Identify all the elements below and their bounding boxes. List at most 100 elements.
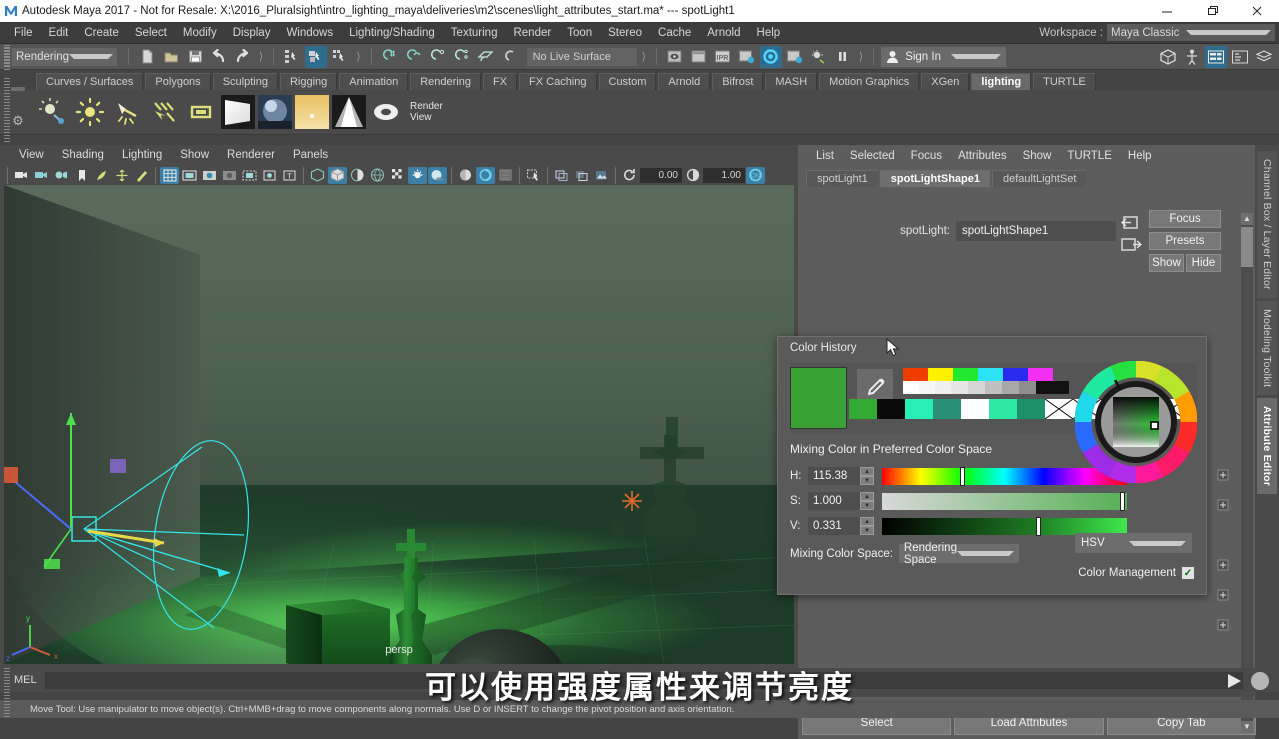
live-surface-field[interactable]: No Live Surface	[526, 47, 637, 66]
input-connection-icon[interactable]	[1120, 215, 1142, 234]
snap-projected-icon[interactable]	[451, 46, 473, 68]
collapse-arrow-icon[interactable]: ⟩	[639, 50, 649, 63]
viewport-menu-lighting[interactable]: Lighting	[113, 149, 171, 161]
open-attribute-editor-icon[interactable]	[1205, 45, 1227, 68]
menu-cache[interactable]: Cache	[650, 22, 699, 44]
menu-select[interactable]: Select	[127, 22, 175, 44]
palette-row-primary[interactable]	[903, 368, 1053, 381]
attribute-editor-scrollbar[interactable]: ▲ ▼	[1241, 213, 1253, 733]
collapse-arrow-icon[interactable]: ⟩	[256, 50, 266, 63]
vtab-channel-box-layer-editor[interactable]: Channel Box / Layer Editor	[1257, 151, 1277, 298]
film-origin-icon[interactable]	[240, 167, 259, 184]
close-icon[interactable]	[1234, 0, 1279, 22]
select-hierarchy-icon[interactable]	[281, 46, 303, 68]
saturation-value-field[interactable]: 1.000	[808, 492, 860, 510]
redo-icon[interactable]	[232, 46, 254, 68]
new-scene-icon[interactable]	[136, 46, 158, 68]
ipr-render-icon[interactable]: IPR	[712, 46, 734, 68]
shelf-tab-polygons[interactable]: Polygons	[145, 73, 211, 90]
shelf-tab-arnold[interactable]: Arnold	[658, 73, 711, 90]
connector-icon-1[interactable]	[1217, 469, 1229, 484]
maximize-icon[interactable]	[1189, 0, 1234, 22]
shelf-tab-sculpting[interactable]: Sculpting	[212, 73, 278, 90]
node-name-field[interactable]: spotLightShape1	[956, 221, 1116, 241]
create-area-light-icon[interactable]	[184, 95, 218, 129]
presets-button[interactable]: Presets	[1149, 232, 1221, 250]
grid-toggle-icon[interactable]	[160, 166, 179, 184]
shelf-tab-mash[interactable]: MASH	[765, 73, 818, 90]
color-management-toggle-icon[interactable]: ON	[746, 166, 765, 184]
exposure-value-field[interactable]: 0.00	[640, 167, 682, 183]
value-marker[interactable]	[1036, 516, 1042, 536]
output-connection-icon[interactable]	[1120, 237, 1143, 256]
undo-icon[interactable]	[208, 46, 230, 68]
menu-modify[interactable]: Modify	[175, 22, 225, 44]
viewport-menu-panels[interactable]: Panels	[284, 149, 337, 161]
gate-mask-icon[interactable]	[220, 167, 239, 184]
resolution-gate-icon[interactable]	[200, 167, 219, 184]
connector-icon-2[interactable]	[1217, 499, 1229, 514]
play-icon[interactable]	[1223, 671, 1245, 691]
menu-render[interactable]: Render	[505, 22, 559, 44]
ae-tab-spotlight1[interactable]: spotLight1	[806, 170, 878, 187]
drag-handle[interactable]	[4, 45, 10, 71]
saturation-marker[interactable]	[1119, 491, 1125, 511]
shaded-wireframe-icon[interactable]	[348, 167, 367, 184]
shelf-tab-xgen[interactable]: XGen	[921, 73, 970, 90]
minimize-icon[interactable]	[1144, 0, 1189, 22]
shelf-tab-fx-caching[interactable]: FX Caching	[519, 73, 597, 90]
menu-arnold[interactable]: Arnold	[699, 22, 748, 44]
shelf-tab-rendering[interactable]: Rendering	[410, 73, 481, 90]
render-settings-icon[interactable]	[736, 46, 758, 68]
shelf-tab-custom[interactable]: Custom	[598, 73, 657, 90]
camera-aim-icon[interactable]	[52, 167, 71, 184]
ae-menu-list[interactable]: List	[808, 150, 842, 162]
menu-set-selector[interactable]: Rendering	[12, 47, 117, 66]
create-spot-light-icon[interactable]	[110, 95, 144, 129]
open-outliner-icon[interactable]	[1229, 46, 1251, 68]
scroll-up-icon[interactable]: ▲	[1241, 213, 1253, 225]
select-object-icon[interactable]	[305, 45, 328, 68]
hide-button[interactable]: Hide	[1186, 254, 1221, 272]
ae-menu-attributes[interactable]: Attributes	[950, 150, 1015, 162]
bookmark-icon[interactable]	[72, 167, 91, 184]
saturation-stepper[interactable]: ▲ ▼	[860, 492, 874, 510]
color-history-dialog[interactable]: Color History Mixing Color in Preferred …	[777, 336, 1207, 595]
menu-file[interactable]: File	[6, 22, 41, 44]
hue-marker[interactable]	[960, 466, 966, 486]
render-sequence-icon[interactable]	[688, 46, 710, 68]
snap-curve-icon[interactable]	[403, 46, 425, 68]
vtab-attribute-editor[interactable]: Attribute Editor	[1257, 398, 1277, 495]
scrollbar-thumb[interactable]	[1241, 227, 1253, 267]
viewport-menu-shading[interactable]: Shading	[53, 149, 113, 161]
create-directional-light-icon[interactable]	[147, 95, 181, 129]
spot-light-preview-thumb[interactable]	[332, 95, 366, 129]
area-light-preview-thumb[interactable]	[221, 95, 255, 129]
wireframe-icon[interactable]	[308, 167, 327, 184]
color-wheel[interactable]	[1074, 360, 1198, 484]
shelf-tab-fx[interactable]: FX	[482, 73, 518, 90]
mixing-color-space-selector[interactable]: Rendering Space	[898, 542, 1019, 566]
hypershade-icon[interactable]	[759, 45, 782, 68]
exposure-icon[interactable]	[260, 167, 279, 184]
select-component-icon[interactable]	[329, 46, 351, 68]
disk-light-preview-thumb[interactable]	[369, 95, 403, 129]
collapse-arrow-icon[interactable]: ⟩	[353, 50, 363, 63]
open-layer-editor-icon[interactable]	[1253, 46, 1275, 68]
refresh-icon[interactable]	[620, 167, 639, 184]
open-modeling-toolkit-icon[interactable]	[1157, 46, 1179, 68]
multisample-icon[interactable]	[496, 167, 515, 184]
create-point-light-icon[interactable]	[73, 95, 107, 129]
connector-icon-4[interactable]	[1217, 589, 1229, 604]
vtab-modeling-toolkit[interactable]: Modeling Toolkit	[1257, 300, 1277, 395]
ambient-occlusion-icon[interactable]	[456, 167, 475, 184]
gamma-value-field[interactable]: 1.00	[703, 167, 745, 183]
open-hud-icon[interactable]	[1181, 46, 1203, 68]
menu-lighting-shading[interactable]: Lighting/Shading	[341, 22, 443, 44]
save-scene-icon[interactable]	[184, 46, 206, 68]
ae-tab-spotlightshape1[interactable]: spotLightShape1	[879, 170, 990, 187]
checker-texture-icon[interactable]	[388, 167, 407, 184]
snap-view-plane-icon[interactable]	[475, 46, 497, 68]
use-all-lights-icon[interactable]	[408, 166, 427, 184]
menu-windows[interactable]: Windows	[278, 22, 341, 44]
